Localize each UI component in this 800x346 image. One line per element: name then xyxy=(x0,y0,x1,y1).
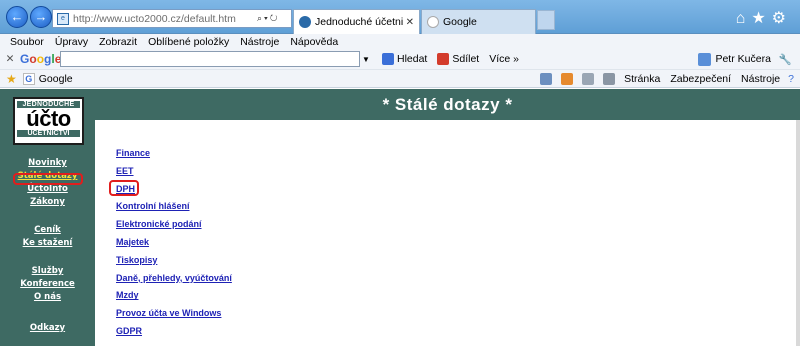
menu-tools[interactable]: Nástroje xyxy=(240,36,279,48)
favorites-star-icon[interactable]: ★ xyxy=(6,72,17,86)
favorite-google[interactable]: G Google xyxy=(22,72,73,85)
menu-edit[interactable]: Úpravy xyxy=(55,36,88,48)
user-avatar-icon xyxy=(698,52,712,66)
address-tools-icon[interactable]: ⌕▾↻ xyxy=(257,13,291,24)
tab-close-icon[interactable]: ✕ xyxy=(406,17,414,28)
menu-help[interactable]: Nápověda xyxy=(290,36,338,48)
topic-kontrolni-hlaseni[interactable]: Kontrolní hlášení xyxy=(116,200,232,218)
topic-gdpr[interactable]: GDPR xyxy=(116,325,232,343)
tools-menu[interactable]: Nástroje xyxy=(741,73,780,85)
menu-bar: Soubor Úpravy Zobrazit Oblíbené položky … xyxy=(0,34,800,49)
google-favicon-icon xyxy=(427,16,439,28)
user-menu[interactable]: Petr Kučera 🔧 xyxy=(698,52,792,66)
nav-novinky[interactable]: Novinky xyxy=(0,157,95,170)
favorites-bar: ★ G Google Stránka Zabezpečení Nástroje … xyxy=(0,70,800,88)
topic-list: Finance EET DPH Kontrolní hlášení Elektr… xyxy=(116,147,232,343)
highlight-left-selection xyxy=(13,173,83,185)
tab-label: Google xyxy=(443,16,477,28)
left-sidebar: JEDNODUCHÉ účto ÚČETNICTVÍ Novinky Stálé… xyxy=(0,89,95,346)
share-button-label: Sdílet xyxy=(452,53,480,65)
back-arrow-icon: ← xyxy=(10,9,24,24)
topic-tiskopisy[interactable]: Tiskopisy xyxy=(116,254,232,272)
nav-cenik[interactable]: Ceník xyxy=(0,224,95,237)
topic-provoz[interactable]: Provoz účta ve Windows xyxy=(116,307,232,325)
forward-button[interactable]: → xyxy=(30,6,52,28)
topic-majetek[interactable]: Majetek xyxy=(116,236,232,254)
home-icon[interactable]: ⌂ xyxy=(736,10,752,27)
tab-google[interactable]: Google xyxy=(421,9,536,34)
google-search-button[interactable]: Hledat xyxy=(382,53,427,65)
more-button[interactable]: Více » xyxy=(489,53,519,65)
command-bar: Stránka Zabezpečení Nástroje ? xyxy=(534,72,794,85)
search-dropdown-icon[interactable]: ▼ xyxy=(362,55,372,64)
back-button[interactable]: ← xyxy=(6,6,28,28)
browser-titlebar: ← → e http://www.ucto2000.cz/default.htm… xyxy=(0,0,800,34)
google-search-input[interactable] xyxy=(60,51,360,67)
home-icon[interactable] xyxy=(540,72,553,85)
tab-label: Jednoduché účetnictví a da... xyxy=(315,16,403,28)
share-button[interactable]: Sdílet xyxy=(437,53,479,65)
site-logo[interactable]: JEDNODUCHÉ účto ÚČETNICTVÍ xyxy=(13,97,84,145)
new-tab-button[interactable] xyxy=(537,10,555,30)
mail-icon[interactable] xyxy=(582,72,595,85)
tab-active[interactable]: Jednoduché účetnictví a da... ✕ xyxy=(293,9,420,34)
address-url[interactable]: http://www.ucto2000.cz/default.htm xyxy=(73,13,257,25)
menu-file[interactable]: Soubor xyxy=(10,36,44,48)
topic-dane[interactable]: Daně, přehledy, vyúčtování xyxy=(116,272,232,290)
topic-mzdy[interactable]: Mzdy xyxy=(116,289,232,307)
nav-odkazy[interactable]: Odkazy xyxy=(0,322,95,335)
nav-o-nas[interactable]: O nás xyxy=(0,291,95,304)
google-search-icon xyxy=(382,53,394,65)
feeds-icon[interactable] xyxy=(561,72,574,85)
scrollbar-track[interactable] xyxy=(796,120,800,346)
help-icon[interactable]: ? xyxy=(788,73,794,85)
nav-sluzby[interactable]: Služby xyxy=(0,265,95,278)
favorite-label: Google xyxy=(38,72,73,85)
nav-ke-stazeni[interactable]: Ke stažení xyxy=(0,237,95,250)
google-logo: Google xyxy=(20,52,62,66)
google-favicon-icon: G xyxy=(22,72,35,85)
menu-favorites[interactable]: Oblíbené položky xyxy=(148,36,229,48)
tab-favicon-icon xyxy=(299,16,311,28)
menu-view[interactable]: Zobrazit xyxy=(99,36,137,48)
search-button-label: Hledat xyxy=(397,53,428,65)
toolbar-close-icon[interactable]: ✕ xyxy=(0,53,20,65)
print-icon[interactable] xyxy=(603,72,616,85)
page-menu[interactable]: Stránka xyxy=(624,73,660,85)
user-name: Petr Kučera xyxy=(715,53,771,65)
logo-main-text: účto xyxy=(26,106,71,131)
nav-konference[interactable]: Konference xyxy=(0,278,95,291)
page-title: * Stálé dotazy * xyxy=(95,89,800,120)
settings-gear-icon[interactable]: ⚙ xyxy=(772,10,792,27)
topic-elektronicke-podani[interactable]: Elektronické podání xyxy=(116,218,232,236)
nav-zakony[interactable]: Zákony xyxy=(0,196,95,209)
share-icon xyxy=(437,53,450,65)
site-favicon-icon: e xyxy=(57,12,69,25)
address-bar[interactable]: e http://www.ucto2000.cz/default.htm ⌕▾↻ xyxy=(52,9,292,28)
topic-finance[interactable]: Finance xyxy=(116,147,232,165)
browser-right-icons: ⌂★⚙ xyxy=(736,8,792,28)
wrench-icon[interactable]: 🔧 xyxy=(779,53,792,66)
google-toolbar: ✕ Google ▼ Hledat Sdílet Více » Petr Kuč… xyxy=(0,49,800,70)
highlight-dph xyxy=(109,180,139,196)
web-page: JEDNODUCHÉ účto ÚČETNICTVÍ Novinky Stálé… xyxy=(0,89,800,346)
security-menu[interactable]: Zabezpečení xyxy=(670,73,731,85)
forward-arrow-icon: → xyxy=(34,9,48,24)
favorites-star-icon[interactable]: ★ xyxy=(751,10,771,27)
logo-bottom-text: ÚČETNICTVÍ xyxy=(17,130,80,137)
